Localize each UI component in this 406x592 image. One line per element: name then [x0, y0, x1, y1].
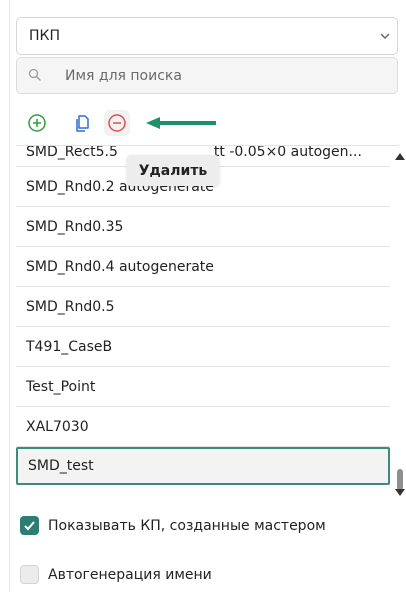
search-field[interactable] [16, 57, 398, 94]
checkmark-icon [24, 521, 35, 531]
list-item-label: SMD_test [28, 458, 94, 474]
list-item-label: T491_CaseB [26, 338, 113, 355]
delete-button[interactable] [104, 110, 130, 136]
add-circle-icon [28, 114, 46, 132]
list-item[interactable]: SMD_Rnd0.5 [16, 287, 390, 327]
delete-tooltip: Удалить [127, 155, 219, 186]
list-scrollbar[interactable] [393, 145, 405, 503]
list-item-label: Test_Point [26, 378, 96, 395]
list-item[interactable]: T491_CaseB [16, 327, 390, 367]
pad-type-value: ПКП [29, 28, 60, 44]
auto-name-option[interactable]: Автогенерация имени [20, 565, 212, 584]
show-wizard-pads-label: Показывать КП, созданные мастером [48, 517, 326, 534]
list-item[interactable]: Test_Point [16, 367, 390, 407]
auto-name-checkbox[interactable] [20, 565, 39, 584]
auto-name-label: Автогенерация имени [48, 566, 212, 583]
search-icon [28, 68, 41, 81]
show-wizard-pads-checkbox[interactable] [20, 516, 39, 535]
list-item-label-tail: tt -0.05×0 autogen... [213, 145, 362, 160]
list-item[interactable]: SMD_Rnd0.4 autogenerate [16, 247, 390, 287]
list-item-label: SMD_Rnd0.5 [26, 298, 115, 315]
list-item[interactable]: SMD_Rnd0.35 [16, 207, 390, 247]
list-item[interactable]: XAL7030 [16, 407, 390, 447]
copy-button[interactable] [70, 110, 96, 136]
remove-circle-icon [108, 114, 126, 132]
scroll-thumb[interactable] [397, 469, 403, 491]
pad-list[interactable]: SMD_Rect5.5 tt -0.05×0 autogen... SMD_Rn… [16, 145, 399, 503]
chevron-down-icon [380, 33, 390, 39]
copy-icon [76, 115, 89, 132]
list-item-label: SMD_Rect5.5 [26, 145, 118, 160]
pad-type-select[interactable]: ПКП [16, 17, 398, 55]
add-button[interactable] [24, 110, 50, 136]
scroll-down-icon[interactable] [395, 489, 405, 496]
show-wizard-pads-option[interactable]: Показывать КП, созданные мастером [20, 516, 326, 535]
list-item-selected[interactable]: SMD_test [16, 447, 390, 485]
list-item-label: XAL7030 [26, 418, 89, 435]
scroll-up-icon[interactable] [395, 153, 405, 160]
arrow-left-icon [146, 117, 216, 129]
list-item-label: SMD_Rnd0.4 autogenerate [26, 258, 214, 275]
search-input[interactable] [65, 65, 385, 87]
list-item-label: SMD_Rnd0.35 [26, 218, 124, 235]
